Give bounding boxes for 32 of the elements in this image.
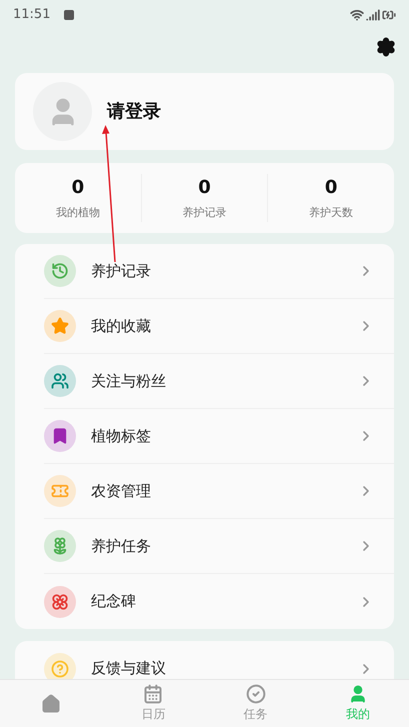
menu-label: 养护任务: [91, 536, 151, 557]
battery-icon: [382, 8, 396, 22]
profile-card[interactable]: 请登录: [15, 73, 394, 150]
home-icon: [41, 694, 62, 714]
notification-icon: [64, 10, 74, 20]
menu-item[interactable]: 纪念碑: [44, 574, 394, 629]
menu-item[interactable]: 植物标签: [44, 409, 394, 464]
stat-label: 养护天数: [309, 205, 354, 222]
menu-label: 纪念碑: [91, 591, 136, 612]
stat-value: 0: [72, 176, 84, 200]
stat-value: 0: [198, 176, 211, 200]
menu-label: 关注与粉丝: [91, 370, 166, 392]
wifi-icon: [350, 8, 364, 22]
menu-item[interactable]: 养护记录: [44, 244, 394, 299]
menu-label: 我的收藏: [91, 316, 151, 337]
menu-label: 反馈与建议: [91, 658, 166, 679]
menu-item[interactable]: 养护任务: [44, 519, 394, 574]
signal-icon: [366, 8, 380, 22]
menu-label: 养护记录: [91, 260, 151, 282]
login-prompt: 请登录: [107, 100, 161, 124]
check-icon: [246, 684, 266, 704]
menu-item[interactable]: 关注与粉丝: [44, 354, 394, 409]
stat-label: 我的植物: [56, 205, 100, 222]
menu-label: 农资管理: [91, 480, 151, 502]
menu-item[interactable]: 农资管理: [44, 464, 394, 519]
menu-item[interactable]: 我的收藏: [44, 299, 394, 354]
settings-button[interactable]: [375, 36, 397, 58]
status-time: 11:51: [13, 6, 50, 24]
stat-value: 0: [324, 176, 338, 200]
calendar-icon: [143, 684, 164, 704]
menu-label: 植物标签: [91, 426, 151, 447]
stat-label: 养护记录: [182, 205, 226, 222]
